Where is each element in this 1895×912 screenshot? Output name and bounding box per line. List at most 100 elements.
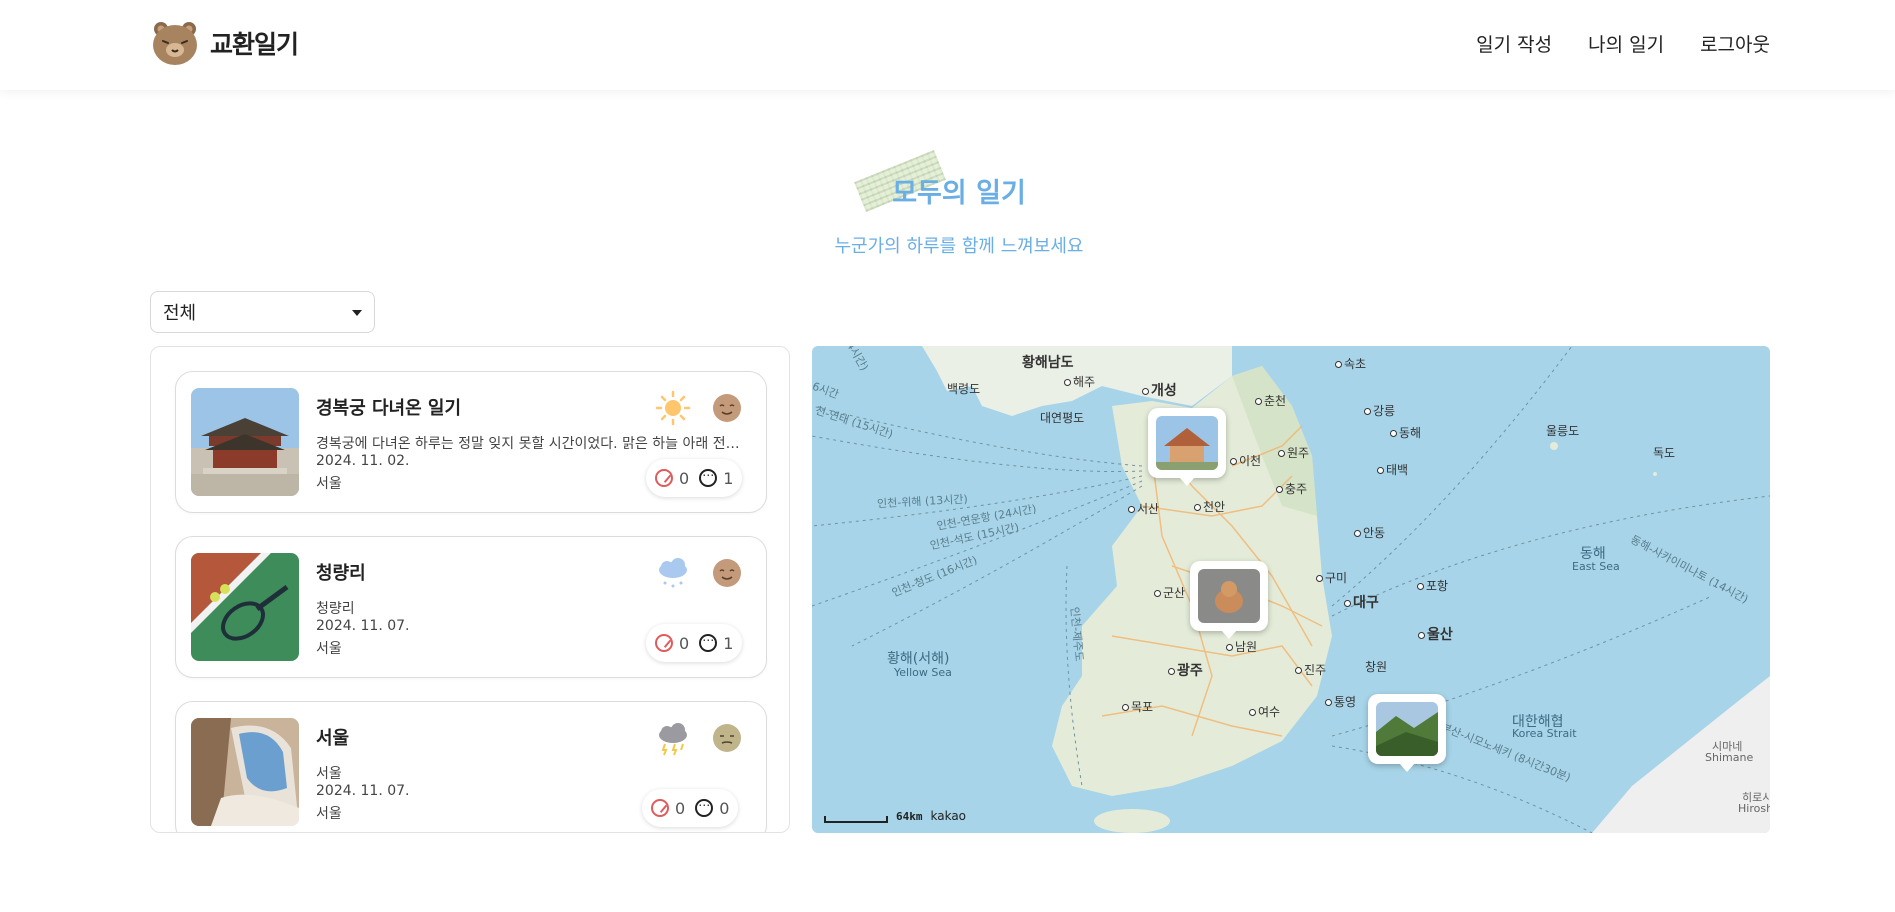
region-filter-select[interactable]: 전체 <box>150 291 375 333</box>
map-label: 강릉 <box>1364 402 1395 419</box>
map-marker-seoul[interactable] <box>1368 694 1446 772</box>
bear-logo-icon <box>150 19 200 67</box>
nav-logout[interactable]: 로그아웃 <box>1700 30 1770 57</box>
map-marker-cheongnyangni[interactable] <box>1190 561 1268 639</box>
sea-label: Korea Strait <box>1512 727 1577 740</box>
scale-bar <box>824 816 888 823</box>
marker-thumbnail <box>1376 702 1438 756</box>
map-label: 통영 <box>1325 693 1356 710</box>
comment-button[interactable]: 1 <box>699 465 734 488</box>
map-label: 해주 <box>1064 373 1095 390</box>
diary-stats: 0 0 <box>642 789 739 827</box>
map-base <box>812 346 1770 833</box>
map-scale: 64km kakao <box>824 809 966 823</box>
sea-label: East Sea <box>1572 560 1620 573</box>
diary-location: 서울 <box>316 806 342 822</box>
map-label: 광주 <box>1168 660 1203 680</box>
logo-text: 교환일기 <box>210 30 299 59</box>
diary-date: 2024. 11. 07. <box>316 618 410 634</box>
comment-icon <box>699 465 718 487</box>
diary-title: 서울 <box>316 728 350 749</box>
like-button[interactable]: 0 <box>655 634 689 653</box>
comment-icon <box>695 795 714 817</box>
diary-card[interactable]: 청량리 청량리 2024. 11. 07. 서울 0 … 1 <box>175 536 767 678</box>
nav-my-diary[interactable]: 나의 일기 <box>1588 30 1664 57</box>
comment-icon <box>699 630 718 652</box>
diary-list[interactable]: 경복궁 다녀온 일기 경복궁에 다녀온 하루는 정말 잊지 못할 시간이었다. … <box>150 346 790 833</box>
diary-card[interactable]: 서울 서울 2024. 11. 07. 서울 0 … 0 <box>175 701 767 832</box>
diary-excerpt: 경복궁에 다녀온 하루는 정말 잊지 못할 시간이었다. 맑은 하늘 아래 전통… <box>316 436 746 452</box>
diary-title: 청량리 <box>316 563 366 584</box>
like-count: 0 <box>675 798 686 818</box>
mood-smile-icon <box>712 393 742 423</box>
diary-location: 서울 <box>316 476 342 492</box>
top-header: 교환일기 일기 작성 나의 일기 로그아웃 <box>0 0 1895 90</box>
nav-write-diary[interactable]: 일기 작성 <box>1476 30 1552 57</box>
like-icon <box>655 469 673 487</box>
map-label: 안동 <box>1354 524 1385 541</box>
sea-label: Yellow Sea <box>894 666 952 679</box>
map-label: 원주 <box>1278 444 1309 461</box>
map-marker-gyeongbokgung[interactable] <box>1148 408 1226 486</box>
map-label: 독도 <box>1653 446 1676 460</box>
map-label: Shimane <box>1705 751 1754 764</box>
mood-smile-icon <box>712 558 742 588</box>
map-label: 진주 <box>1295 661 1326 678</box>
diary-card[interactable]: 경복궁 다녀온 일기 경복궁에 다녀온 하루는 정말 잊지 못할 시간이었다. … <box>175 371 767 513</box>
map-label: 백령도 <box>947 382 981 396</box>
like-icon <box>651 799 669 817</box>
diary-thumbnail <box>191 553 299 661</box>
main-nav: 일기 작성 나의 일기 로그아웃 <box>1476 30 1770 57</box>
map-label: 황해남도 <box>1022 355 1074 371</box>
like-button[interactable]: 0 <box>655 469 689 488</box>
map-label: 동해 <box>1390 424 1421 441</box>
marker-thumbnail <box>1156 416 1218 470</box>
diary-stats: 0 1 <box>646 624 743 662</box>
logo[interactable]: 교환일기 <box>150 19 299 67</box>
map-label: Hirosh <box>1738 802 1770 815</box>
page-subtitle: 누군가의 하루를 함께 느껴보세요 <box>834 236 1084 257</box>
map-label: 대연평도 <box>1040 411 1085 425</box>
thunder-cloud-icon <box>653 720 693 756</box>
map-label: 구미 <box>1316 569 1347 586</box>
map-label: 이천 <box>1230 452 1261 469</box>
page-title: 모두의 일기 <box>892 178 1026 209</box>
like-count: 0 <box>679 633 690 653</box>
marker-thumbnail <box>1198 569 1260 623</box>
map-brand: kakao <box>930 809 967 823</box>
map-label: 태백 <box>1377 461 1408 478</box>
map-label: 충주 <box>1276 480 1307 497</box>
comment-button[interactable]: 0 <box>695 795 729 818</box>
filter-selected-value: 전체 <box>163 303 197 324</box>
map-label: 속초 <box>1335 355 1366 372</box>
map-label: 목포 <box>1122 698 1153 715</box>
map-label: 개성 <box>1142 380 1177 400</box>
map-label: 창원 <box>1365 660 1388 674</box>
map-label: 대구 <box>1344 592 1379 612</box>
sea-label: 황해(서해) <box>887 651 950 667</box>
diary-excerpt: 서울 <box>316 766 342 782</box>
like-count: 0 <box>679 468 690 488</box>
caret-down-icon <box>352 310 362 316</box>
mood-meh-icon <box>712 723 742 753</box>
like-button[interactable]: 0 <box>651 799 685 818</box>
map-label: 천안 <box>1194 498 1225 515</box>
diary-thumbnail <box>191 388 299 496</box>
diary-map[interactable]: 황해남도 해주 백령도 대연평도 개성 춘천 속초 강릉 동해 울릉도 독도 원… <box>812 346 1770 833</box>
map-label: 군산 <box>1154 584 1185 601</box>
diary-date: 2024. 11. 02. <box>316 453 410 469</box>
scale-text: 64km <box>896 810 923 823</box>
like-icon <box>655 634 673 652</box>
map-label: 남원 <box>1226 638 1257 655</box>
map-label: 포항 <box>1417 577 1448 594</box>
map-label: 서산 <box>1128 500 1159 517</box>
snow-cloud-icon <box>653 555 693 591</box>
diary-title: 경복궁 다녀온 일기 <box>316 398 462 419</box>
diary-date: 2024. 11. 07. <box>316 783 410 799</box>
comment-button[interactable]: 1 <box>699 630 733 653</box>
diary-thumbnail <box>191 718 299 826</box>
diary-location: 서울 <box>316 641 342 657</box>
map-label: 울산 <box>1418 624 1453 644</box>
diary-excerpt: 청량리 <box>316 601 355 617</box>
comment-count: 1 <box>723 468 734 488</box>
